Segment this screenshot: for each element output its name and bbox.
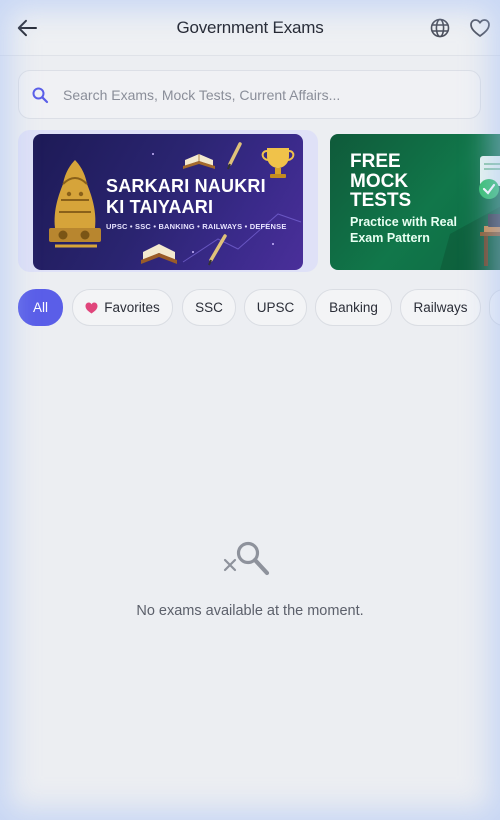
banner-sarkari-naukri[interactable]: SARKARI NAUKRI KI TAIYAARI UPSC • SSC • … (33, 134, 303, 270)
trophy-icon (261, 148, 295, 178)
chip-all[interactable]: All (18, 289, 63, 326)
banner-subtitle: UPSC • SSC • BANKING • RAILWAYS • DEFENS… (106, 222, 287, 231)
search-off-icon (223, 541, 270, 576)
arrow-left-icon (17, 19, 37, 37)
banner-subtitle: Practice with Real Exam Pattern (350, 215, 457, 245)
chip-more[interactable] (489, 289, 500, 326)
banner-title-line1: SARKARI NAUKRI (106, 176, 266, 196)
banner-title: FREE MOCK TESTS (350, 152, 411, 211)
national-emblem-icon (49, 160, 101, 248)
banner-title-line1: FREE (350, 151, 401, 172)
open-book-icon (141, 244, 177, 264)
chip-label: UPSC (256, 300, 295, 315)
banner-title-line2: KI TAIYAARI (106, 197, 214, 217)
search-bar[interactable] (18, 70, 481, 119)
screen-edge-glow (0, 0, 500, 820)
search-input[interactable] (63, 71, 463, 118)
heart-icon (85, 302, 98, 313)
chip-label: SSC (195, 300, 223, 315)
globe-icon (430, 18, 450, 38)
chip-upsc[interactable]: UPSC (244, 289, 307, 326)
open-book-icon (183, 154, 215, 169)
heart-icon (470, 19, 490, 37)
empty-state-message: No exams available at the moment. (136, 603, 364, 619)
banner-title-line2: MOCK (350, 170, 409, 192)
banner-title: SARKARI NAUKRI KI TAIYAARI (106, 176, 266, 218)
category-filter-bar: All Favorites SSC UPSC Banking Railways (0, 289, 500, 327)
chip-railways[interactable]: Railways (400, 289, 481, 326)
page-title: Government Exams (176, 17, 324, 37)
language-button[interactable] (428, 16, 452, 40)
chip-ssc[interactable]: SSC (182, 289, 236, 326)
back-button[interactable] (14, 16, 40, 40)
chip-label: Railways (413, 300, 468, 315)
pen-icon (227, 142, 242, 170)
favorites-button[interactable] (468, 16, 492, 40)
chip-label: Banking (329, 300, 378, 315)
search-icon (32, 87, 49, 104)
chip-banking[interactable]: Banking (315, 289, 392, 326)
pen-icon (208, 234, 227, 266)
chip-label: All (32, 300, 48, 315)
check-badge-icon (479, 179, 499, 199)
banner-title-line3: TESTS (350, 190, 412, 211)
chip-label: Favorites (104, 300, 160, 315)
app-header: Government Exams (0, 0, 500, 56)
chip-favorites[interactable]: Favorites (72, 289, 173, 326)
banner-free-mock-tests[interactable]: FREE MOCK TESTS Practice with Real Exam … (330, 134, 500, 270)
